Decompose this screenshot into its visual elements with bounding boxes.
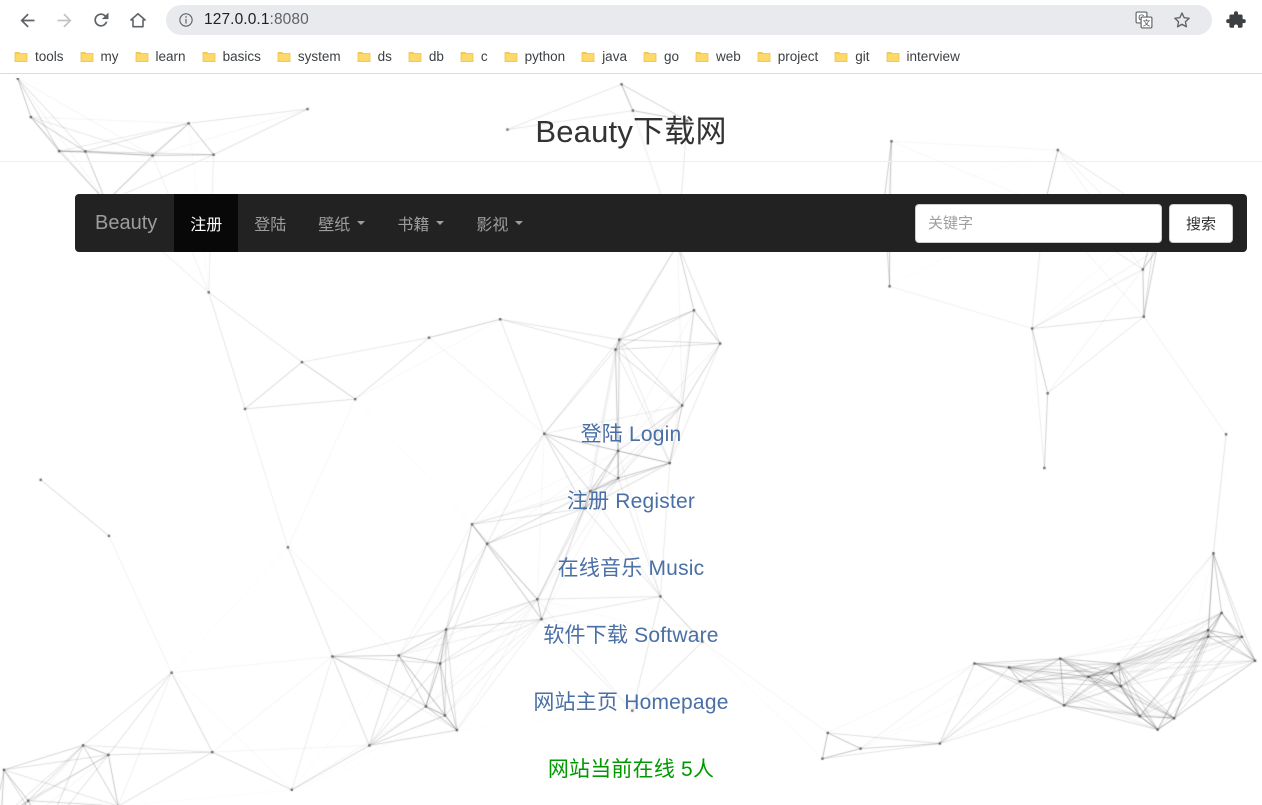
bookmark-item-python[interactable]: python <box>496 44 574 70</box>
nav-item-3[interactable]: 壁纸 <box>302 194 381 252</box>
folder-icon <box>504 50 518 64</box>
nav-item-2[interactable]: 登陆 <box>238 194 302 252</box>
bookmark-label: db <box>428 49 444 64</box>
bookmark-label: git <box>855 49 870 64</box>
bookmark-label: learn <box>155 49 186 64</box>
address-bar[interactable]: 127.0.0.1:8080 G 文 <box>166 5 1212 35</box>
browser-chrome: 127.0.0.1:8080 G 文 toolsmyle <box>0 0 1262 78</box>
url-port: :8080 <box>269 11 309 28</box>
back-button[interactable] <box>10 3 44 37</box>
title-divider <box>0 161 1262 162</box>
bookmark-item-project[interactable]: project <box>749 44 827 70</box>
nav-item-5[interactable]: 影视 <box>460 194 539 252</box>
nav-item-label: 注册 <box>190 217 223 234</box>
nav-item-label: 壁纸 <box>318 217 351 234</box>
bookmark-item-git[interactable]: git <box>826 44 877 70</box>
bookmark-item-tools[interactable]: tools <box>6 44 72 70</box>
bookmark-item-java[interactable]: java <box>573 44 635 70</box>
folder-icon <box>202 50 216 64</box>
bookmark-label: interview <box>906 49 960 64</box>
folder-icon <box>277 50 291 64</box>
nav-item-label: 影视 <box>476 217 509 234</box>
folder-icon <box>695 50 709 64</box>
navbar-links: 注册 登陆 壁纸 书籍 影视 <box>174 194 539 252</box>
back-arrow-icon <box>20 13 34 27</box>
center-link-5[interactable]: 网站主页 Homepage <box>0 686 1262 716</box>
bookmark-label: basics <box>222 49 261 64</box>
bookmark-label: python <box>524 49 566 64</box>
nav-item-1[interactable]: 注册 <box>174 194 239 252</box>
bookmarks-bar: tools my learn basics system ds db c python java g… <box>0 40 1262 74</box>
center-link-4[interactable]: 软件下载 Software <box>0 619 1262 649</box>
center-link-2[interactable]: 注册 Register <box>0 485 1262 515</box>
nav-item-4[interactable]: 书籍 <box>381 194 460 252</box>
forward-button[interactable] <box>47 3 81 37</box>
bookmark-label: project <box>777 49 819 64</box>
folder-icon <box>80 50 94 64</box>
bookmark-item-learn[interactable]: learn <box>127 44 194 70</box>
bookmark-label: web <box>715 49 741 64</box>
home-button[interactable] <box>121 3 155 37</box>
bookmark-label: tools <box>35 49 64 64</box>
chevron-down-icon <box>515 221 524 225</box>
search-input[interactable] <box>914 203 1162 243</box>
folder-icon <box>408 50 422 64</box>
browser-toolbar: 127.0.0.1:8080 G 文 <box>0 0 1262 40</box>
folder-icon <box>757 50 771 64</box>
folder-icon <box>581 50 595 64</box>
bookmark-label: ds <box>377 49 392 64</box>
chevron-down-icon <box>436 221 445 225</box>
chevron-down-icon <box>357 221 366 225</box>
folder-icon <box>886 50 900 64</box>
bookmark-item-my[interactable]: my <box>72 44 127 70</box>
bookmark-item-system[interactable]: system <box>269 44 349 70</box>
svg-text:文: 文 <box>1143 18 1151 28</box>
forward-arrow-icon <box>57 13 71 27</box>
folder-icon <box>643 50 657 64</box>
folder-icon <box>14 50 28 64</box>
folder-icon <box>357 50 371 64</box>
bookmark-label: c <box>480 49 488 64</box>
center-link-1[interactable]: 登陆 Login <box>0 418 1262 448</box>
folder-icon <box>135 50 149 64</box>
translate-icon[interactable]: G 文 <box>1132 8 1156 32</box>
bookmark-item-c[interactable]: c <box>452 44 496 70</box>
bookmark-label: go <box>663 49 679 64</box>
bookmark-item-db[interactable]: db <box>400 44 452 70</box>
bookmark-item-basics[interactable]: basics <box>194 44 269 70</box>
puzzle-piece-icon <box>1226 11 1246 28</box>
online-count-status: 网站当前在线 5人 <box>547 758 715 781</box>
nav-item-label: 书籍 <box>397 217 430 234</box>
bookmark-item-interview[interactable]: interview <box>878 44 968 70</box>
page-title: Beauty下载网 <box>535 114 727 149</box>
bookmark-item-ds[interactable]: ds <box>349 44 400 70</box>
navbar-brand[interactable]: Beauty <box>75 194 174 252</box>
bookmark-label: java <box>602 49 627 64</box>
reload-icon <box>94 12 109 27</box>
reload-button[interactable] <box>84 3 118 37</box>
url-text: 127.0.0.1:8080 <box>204 11 309 29</box>
home-icon <box>130 12 146 28</box>
info-circle-icon[interactable] <box>178 12 194 28</box>
navbar-search-form: 搜索 <box>914 194 1247 252</box>
site-navbar: Beauty 注册 登陆 壁纸 书籍 影视 搜索 <box>75 194 1247 252</box>
center-link-3[interactable]: 在线音乐 Music <box>0 552 1262 582</box>
bookmark-item-web[interactable]: web <box>687 44 749 70</box>
bookmark-label: system <box>297 49 341 64</box>
url-host: 127.0.0.1 <box>204 11 270 28</box>
folder-icon <box>460 50 474 64</box>
page-viewport: Beauty下载网 Beauty 注册 登陆 壁纸 书籍 影视 搜索 登陆 Login 注… <box>0 78 1262 805</box>
folder-icon <box>834 50 848 64</box>
bookmark-label: my <box>100 49 119 64</box>
extensions-button[interactable] <box>1220 4 1252 36</box>
star-outline-icon[interactable] <box>1170 8 1194 32</box>
bookmark-item-go[interactable]: go <box>635 44 687 70</box>
page-content: Beauty下载网 Beauty 注册 登陆 壁纸 书籍 影视 搜索 登陆 Login 注… <box>0 78 1262 781</box>
search-button[interactable]: 搜索 <box>1168 203 1233 243</box>
nav-item-label: 登陆 <box>254 217 287 234</box>
center-link-list: 登陆 Login 注册 Register 在线音乐 Music 软件下载 Softwa… <box>0 418 1262 783</box>
